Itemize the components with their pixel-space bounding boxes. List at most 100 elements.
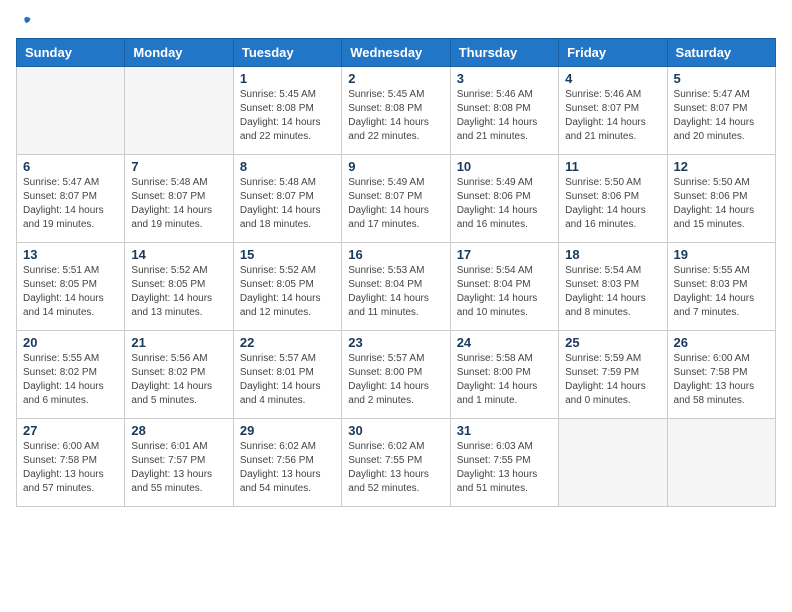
day-info: Sunrise: 6:02 AM Sunset: 7:55 PM Dayligh… [348, 440, 443, 496]
calendar-cell: 17 Sunrise: 5:54 AM Sunset: 8:04 PM Dayli… [450, 243, 558, 331]
day-info: Sunrise: 5:56 AM Sunset: 8:02 PM Dayligh… [131, 352, 226, 408]
calendar-cell: 1 Sunrise: 5:45 AM Sunset: 8:08 PM Daylig… [233, 67, 341, 155]
day-number: 9 [348, 159, 443, 174]
day-info: Sunrise: 5:50 AM Sunset: 8:06 PM Dayligh… [565, 176, 660, 232]
calendar-cell: 16 Sunrise: 5:53 AM Sunset: 8:04 PM Dayli… [342, 243, 450, 331]
calendar-cell [559, 419, 667, 507]
calendar-cell: 20 Sunrise: 5:55 AM Sunset: 8:02 PM Dayli… [17, 331, 125, 419]
day-number: 29 [240, 423, 335, 438]
calendar-cell: 26 Sunrise: 6:00 AM Sunset: 7:58 PM Dayli… [667, 331, 775, 419]
calendar-week-row: 27 Sunrise: 6:00 AM Sunset: 7:58 PM Dayli… [17, 419, 776, 507]
calendar-cell: 7 Sunrise: 5:48 AM Sunset: 8:07 PM Daylig… [125, 155, 233, 243]
day-info: Sunrise: 6:00 AM Sunset: 7:58 PM Dayligh… [23, 440, 118, 496]
calendar-header-row: SundayMondayTuesdayWednesdayThursdayFrid… [17, 39, 776, 67]
day-info: Sunrise: 5:47 AM Sunset: 8:07 PM Dayligh… [23, 176, 118, 232]
day-number: 16 [348, 247, 443, 262]
day-info: Sunrise: 5:52 AM Sunset: 8:05 PM Dayligh… [131, 264, 226, 320]
page-header [16, 16, 776, 30]
day-info: Sunrise: 5:45 AM Sunset: 8:08 PM Dayligh… [240, 88, 335, 144]
calendar-week-row: 20 Sunrise: 5:55 AM Sunset: 8:02 PM Dayli… [17, 331, 776, 419]
day-number: 13 [23, 247, 118, 262]
day-number: 25 [565, 335, 660, 350]
day-number: 31 [457, 423, 552, 438]
day-info: Sunrise: 5:57 AM Sunset: 8:01 PM Dayligh… [240, 352, 335, 408]
calendar-cell: 11Sunrise: 5:50 AM Sunset: 8:06 PM Dayli… [559, 155, 667, 243]
day-number: 6 [23, 159, 118, 174]
calendar-cell: 30 Sunrise: 6:02 AM Sunset: 7:55 PM Dayli… [342, 419, 450, 507]
day-info: Sunrise: 5:46 AM Sunset: 8:07 PM Dayligh… [565, 88, 660, 144]
logo-bird-icon [18, 16, 32, 30]
header-sunday: Sunday [17, 39, 125, 67]
day-number: 2 [348, 71, 443, 86]
day-number: 17 [457, 247, 552, 262]
calendar-cell: 28 Sunrise: 6:01 AM Sunset: 7:57 PM Dayli… [125, 419, 233, 507]
calendar-cell: 10 Sunrise: 5:49 AM Sunset: 8:06 PM Dayli… [450, 155, 558, 243]
day-info: Sunrise: 5:55 AM Sunset: 8:03 PM Dayligh… [674, 264, 769, 320]
day-number: 14 [131, 247, 226, 262]
calendar-cell: 25 Sunrise: 5:59 AM Sunset: 7:59 PM Dayli… [559, 331, 667, 419]
day-number: 8 [240, 159, 335, 174]
calendar-cell: 15 Sunrise: 5:52 AM Sunset: 8:05 PM Dayli… [233, 243, 341, 331]
header-tuesday: Tuesday [233, 39, 341, 67]
day-info: Sunrise: 5:48 AM Sunset: 8:07 PM Dayligh… [131, 176, 226, 232]
day-info: Sunrise: 5:48 AM Sunset: 8:07 PM Dayligh… [240, 176, 335, 232]
day-number: 27 [23, 423, 118, 438]
calendar-cell: 14 Sunrise: 5:52 AM Sunset: 8:05 PM Dayli… [125, 243, 233, 331]
day-info: Sunrise: 5:54 AM Sunset: 8:03 PM Dayligh… [565, 264, 660, 320]
calendar-week-row: 1 Sunrise: 5:45 AM Sunset: 8:08 PM Daylig… [17, 67, 776, 155]
day-info: Sunrise: 5:47 AM Sunset: 8:07 PM Dayligh… [674, 88, 769, 144]
calendar-cell: 18Sunrise: 5:54 AM Sunset: 8:03 PM Dayli… [559, 243, 667, 331]
day-number: 10 [457, 159, 552, 174]
calendar-cell: 22 Sunrise: 5:57 AM Sunset: 8:01 PM Dayli… [233, 331, 341, 419]
day-number: 28 [131, 423, 226, 438]
day-info: Sunrise: 5:45 AM Sunset: 8:08 PM Dayligh… [348, 88, 443, 144]
day-info: Sunrise: 5:49 AM Sunset: 8:06 PM Dayligh… [457, 176, 552, 232]
day-number: 20 [23, 335, 118, 350]
calendar-cell: 29 Sunrise: 6:02 AM Sunset: 7:56 PM Dayli… [233, 419, 341, 507]
calendar-cell: 6 Sunrise: 5:47 AM Sunset: 8:07 PM Daylig… [17, 155, 125, 243]
calendar-cell: 2 Sunrise: 5:45 AM Sunset: 8:08 PM Daylig… [342, 67, 450, 155]
logo [16, 16, 32, 30]
header-friday: Friday [559, 39, 667, 67]
calendar-cell: 5 Sunrise: 5:47 AM Sunset: 8:07 PM Daylig… [667, 67, 775, 155]
calendar-week-row: 6 Sunrise: 5:47 AM Sunset: 8:07 PM Daylig… [17, 155, 776, 243]
header-thursday: Thursday [450, 39, 558, 67]
calendar-cell: 3 Sunrise: 5:46 AM Sunset: 8:08 PM Daylig… [450, 67, 558, 155]
day-number: 22 [240, 335, 335, 350]
day-info: Sunrise: 5:53 AM Sunset: 8:04 PM Dayligh… [348, 264, 443, 320]
day-info: Sunrise: 5:52 AM Sunset: 8:05 PM Dayligh… [240, 264, 335, 320]
header-saturday: Saturday [667, 39, 775, 67]
day-number: 26 [674, 335, 769, 350]
day-number: 15 [240, 247, 335, 262]
calendar-cell: 31Sunrise: 6:03 AM Sunset: 7:55 PM Dayli… [450, 419, 558, 507]
calendar-cell [667, 419, 775, 507]
day-info: Sunrise: 5:54 AM Sunset: 8:04 PM Dayligh… [457, 264, 552, 320]
day-info: Sunrise: 6:00 AM Sunset: 7:58 PM Dayligh… [674, 352, 769, 408]
day-number: 3 [457, 71, 552, 86]
day-number: 7 [131, 159, 226, 174]
day-number: 4 [565, 71, 660, 86]
day-number: 5 [674, 71, 769, 86]
day-info: Sunrise: 6:01 AM Sunset: 7:57 PM Dayligh… [131, 440, 226, 496]
calendar-cell: 19Sunrise: 5:55 AM Sunset: 8:03 PM Dayli… [667, 243, 775, 331]
calendar-cell [17, 67, 125, 155]
day-info: Sunrise: 5:55 AM Sunset: 8:02 PM Dayligh… [23, 352, 118, 408]
calendar-cell: 12Sunrise: 5:50 AM Sunset: 8:06 PM Dayli… [667, 155, 775, 243]
calendar-cell: 4 Sunrise: 5:46 AM Sunset: 8:07 PM Daylig… [559, 67, 667, 155]
day-info: Sunrise: 6:02 AM Sunset: 7:56 PM Dayligh… [240, 440, 335, 496]
calendar-cell: 23Sunrise: 5:57 AM Sunset: 8:00 PM Dayli… [342, 331, 450, 419]
header-wednesday: Wednesday [342, 39, 450, 67]
day-info: Sunrise: 5:46 AM Sunset: 8:08 PM Dayligh… [457, 88, 552, 144]
calendar-cell: 21Sunrise: 5:56 AM Sunset: 8:02 PM Dayli… [125, 331, 233, 419]
day-number: 24 [457, 335, 552, 350]
calendar-cell: 9 Sunrise: 5:49 AM Sunset: 8:07 PM Daylig… [342, 155, 450, 243]
day-number: 30 [348, 423, 443, 438]
calendar-cell: 27 Sunrise: 6:00 AM Sunset: 7:58 PM Dayli… [17, 419, 125, 507]
calendar-cell: 13Sunrise: 5:51 AM Sunset: 8:05 PM Dayli… [17, 243, 125, 331]
calendar-table: SundayMondayTuesdayWednesdayThursdayFrid… [16, 38, 776, 507]
header-monday: Monday [125, 39, 233, 67]
day-number: 1 [240, 71, 335, 86]
day-number: 12 [674, 159, 769, 174]
day-info: Sunrise: 5:49 AM Sunset: 8:07 PM Dayligh… [348, 176, 443, 232]
day-info: Sunrise: 5:59 AM Sunset: 7:59 PM Dayligh… [565, 352, 660, 408]
